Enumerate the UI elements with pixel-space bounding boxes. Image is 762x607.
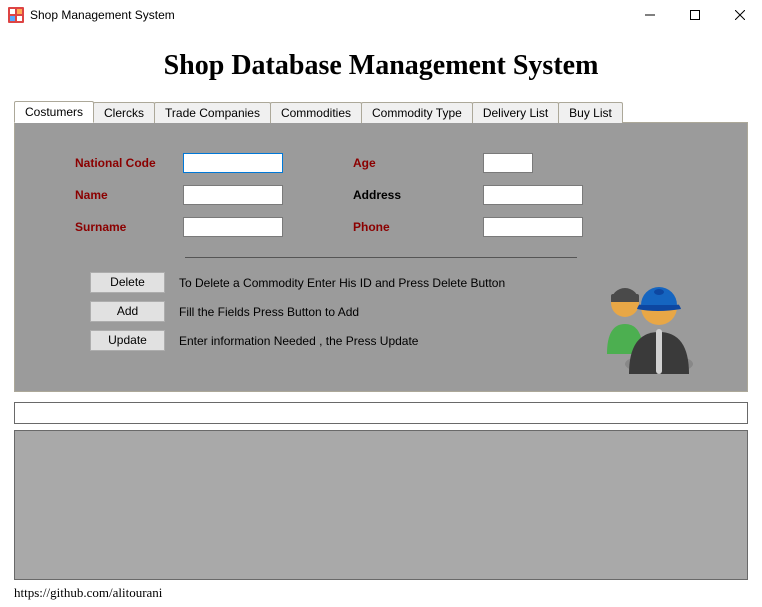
divider [185,257,577,258]
input-address[interactable] [483,185,583,205]
delete-desc: To Delete a Commodity Enter His ID and P… [179,276,505,290]
field-name: Name [75,185,283,205]
content: Costumers Clercks Trade Companies Commod… [0,100,762,392]
titlebar-left: Shop Management System [8,7,175,23]
field-address: Address [353,185,583,205]
tab-trade-companies[interactable]: Trade Companies [154,102,271,123]
tab-strip: Costumers Clercks Trade Companies Commod… [14,100,748,122]
label-name: Name [75,188,183,202]
titlebar: Shop Management System [0,0,762,30]
label-address: Address [353,188,483,202]
add-button[interactable]: Add [90,301,165,322]
label-surname: Surname [75,220,183,234]
label-phone: Phone [353,220,483,234]
tab-customers[interactable]: Costumers [14,101,94,123]
update-desc: Enter information Needed , the Press Upd… [179,334,418,348]
delete-button[interactable]: Delete [90,272,165,293]
minimize-button[interactable] [627,0,672,30]
tab-panel-customers: National Code Name Surname Age [14,122,748,392]
input-surname[interactable] [183,217,283,237]
form-col-right: Age Address Phone [353,153,583,237]
label-national-code: National Code [75,156,183,170]
maximize-button[interactable] [672,0,717,30]
input-age[interactable] [483,153,533,173]
page-title: Shop Database Management System [0,50,762,82]
window-controls [627,0,762,30]
tab-buy-list[interactable]: Buy List [558,102,623,123]
status-bar [14,402,748,424]
footer-link[interactable]: https://github.com/alitourani [14,585,162,601]
tab-commodities[interactable]: Commodities [270,102,362,123]
tab-clerks[interactable]: Clercks [93,102,155,123]
input-national-code[interactable] [183,153,283,173]
app-icon [8,7,24,23]
tab-delivery-list[interactable]: Delivery List [472,102,559,123]
window-title: Shop Management System [30,8,175,22]
form-col-left: National Code Name Surname [75,153,283,237]
input-name[interactable] [183,185,283,205]
customer-form: National Code Name Surname Age [75,153,687,237]
people-icon [587,259,707,379]
field-phone: Phone [353,217,583,237]
close-button[interactable] [717,0,762,30]
field-age: Age [353,153,583,173]
field-surname: Surname [75,217,283,237]
add-desc: Fill the Fields Press Button to Add [179,305,359,319]
input-phone[interactable] [483,217,583,237]
update-button[interactable]: Update [90,330,165,351]
tab-commodity-type[interactable]: Commodity Type [361,102,473,123]
label-age: Age [353,156,483,170]
data-grid[interactable] [14,430,748,580]
field-national-code: National Code [75,153,283,173]
